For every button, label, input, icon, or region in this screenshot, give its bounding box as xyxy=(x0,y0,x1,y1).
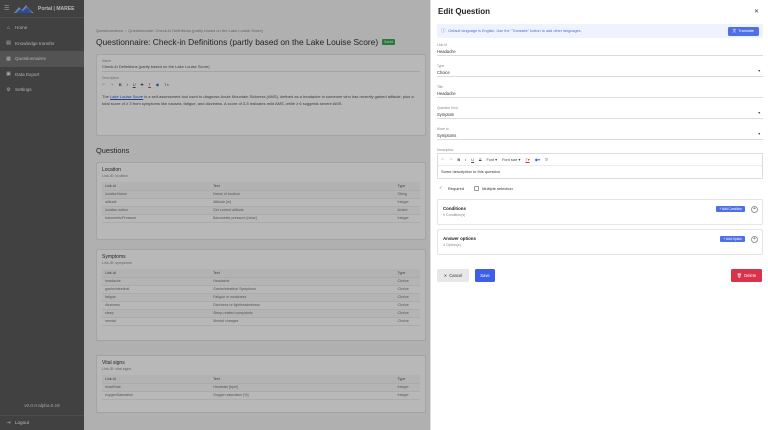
rich-text-toolbar: ↶ ↷ B I U S Font ▾ Font size ▾ T▾ ◉▾ T̸ xyxy=(438,154,762,166)
underline-icon[interactable]: U xyxy=(471,158,474,162)
cancel-icon: ✕ xyxy=(443,273,448,278)
question-options: ✓ Required Multiple selection xyxy=(439,185,513,191)
translate-icon: 文 xyxy=(732,28,737,33)
field-value: Symptom xyxy=(437,111,455,117)
field-label: Question Kind xyxy=(437,106,458,110)
chevron-down-icon: ▼ xyxy=(757,111,761,115)
bold-icon[interactable]: B xyxy=(457,158,460,162)
multiple-selection-checkbox[interactable] xyxy=(474,185,480,191)
cancel-label: Cancel xyxy=(449,273,463,278)
field-value: Symptoms xyxy=(437,132,457,138)
font-select[interactable]: Font ▾ xyxy=(486,157,497,162)
info-icon: ⓘ xyxy=(441,28,446,33)
close-icon[interactable]: ✕ xyxy=(754,8,759,15)
check-icon[interactable]: ✓ xyxy=(439,185,443,191)
delete-button[interactable]: 🗑 Delete xyxy=(731,269,762,282)
undo-icon[interactable]: ↶ xyxy=(441,157,444,162)
titlefield[interactable]: Title Headache xyxy=(437,85,763,98)
font-size-select[interactable]: Font size ▾ xyxy=(502,157,520,162)
question-kindselect[interactable]: Question Kind Symptom ▼ xyxy=(437,106,763,119)
field-value: Headache xyxy=(437,90,456,96)
chevron-down-icon: ▼ xyxy=(757,69,761,73)
field-label: Move to xyxy=(437,127,449,131)
field-value: Choice xyxy=(437,69,450,75)
expand-options-icon[interactable]: + xyxy=(751,235,758,243)
italic-icon[interactable]: I xyxy=(465,158,466,162)
highlight-icon[interactable]: ◉▾ xyxy=(535,157,540,162)
field-value: Headache xyxy=(437,48,456,54)
description-content[interactable]: Some description to this question xyxy=(438,166,762,177)
modal-backdrop[interactable] xyxy=(0,0,430,430)
field-label: Title xyxy=(437,85,444,89)
description-editor[interactable]: ↶ ↷ B I U S Font ▾ Font size ▾ T▾ ◉▾ T̸ … xyxy=(437,153,763,179)
field-label: Link-Id xyxy=(437,43,447,47)
font-size-select-label: Font size xyxy=(502,158,518,162)
language-info-text: Default language is English. Use the "Tr… xyxy=(448,29,582,33)
move-toselect[interactable]: Move to Symptoms ▼ xyxy=(437,127,763,140)
conditions-card: Conditions 0 Condition(s) + Add Conditio… xyxy=(437,199,763,225)
cancel-button[interactable]: ✕ Cancel xyxy=(437,269,469,282)
conditions-count: 0 Condition(s) xyxy=(443,213,466,217)
translate-button[interactable]: 文 Translate xyxy=(727,26,759,36)
clear-format-icon[interactable]: T̸ xyxy=(545,158,547,162)
conditions-title: Conditions xyxy=(443,206,466,211)
add-condition-button[interactable]: + Add Condition xyxy=(716,206,745,212)
language-info-bar: ⓘ Default language is English. Use the "… xyxy=(437,24,763,38)
edit-question-drawer: Edit Question ✕ ⓘ Default language is En… xyxy=(430,0,768,430)
redo-icon[interactable]: ↷ xyxy=(449,157,452,162)
add-option-button[interactable]: + Add Option xyxy=(720,236,745,242)
answer-options-card: Answer options 4 Option(s) + Add Option … xyxy=(437,229,763,255)
required-label: Required xyxy=(447,185,465,191)
font-select-label: Font xyxy=(486,158,495,162)
text-color-icon[interactable]: T▾ xyxy=(525,157,529,162)
description-label: Description xyxy=(437,148,454,152)
strike-icon[interactable]: S xyxy=(479,158,482,162)
delete-label: Delete xyxy=(744,273,757,278)
link-idfield[interactable]: Link-Id Headache xyxy=(437,43,763,56)
typeselect[interactable]: Type Choice ▼ xyxy=(437,64,763,77)
chevron-down-icon: ▼ xyxy=(757,132,761,136)
multiple-selection-label: Multiple selection xyxy=(482,185,513,191)
expand-conditions-icon[interactable]: + xyxy=(751,205,758,213)
trash-icon: 🗑 xyxy=(736,272,743,278)
drawer-title: Edit Question xyxy=(438,7,490,16)
answer-options-count: 4 Option(s) xyxy=(443,243,461,247)
answer-options-title: Answer options xyxy=(443,236,476,241)
save-button[interactable]: Save xyxy=(475,269,495,282)
translate-label: Translate xyxy=(738,29,754,33)
field-label: Type xyxy=(437,64,445,68)
